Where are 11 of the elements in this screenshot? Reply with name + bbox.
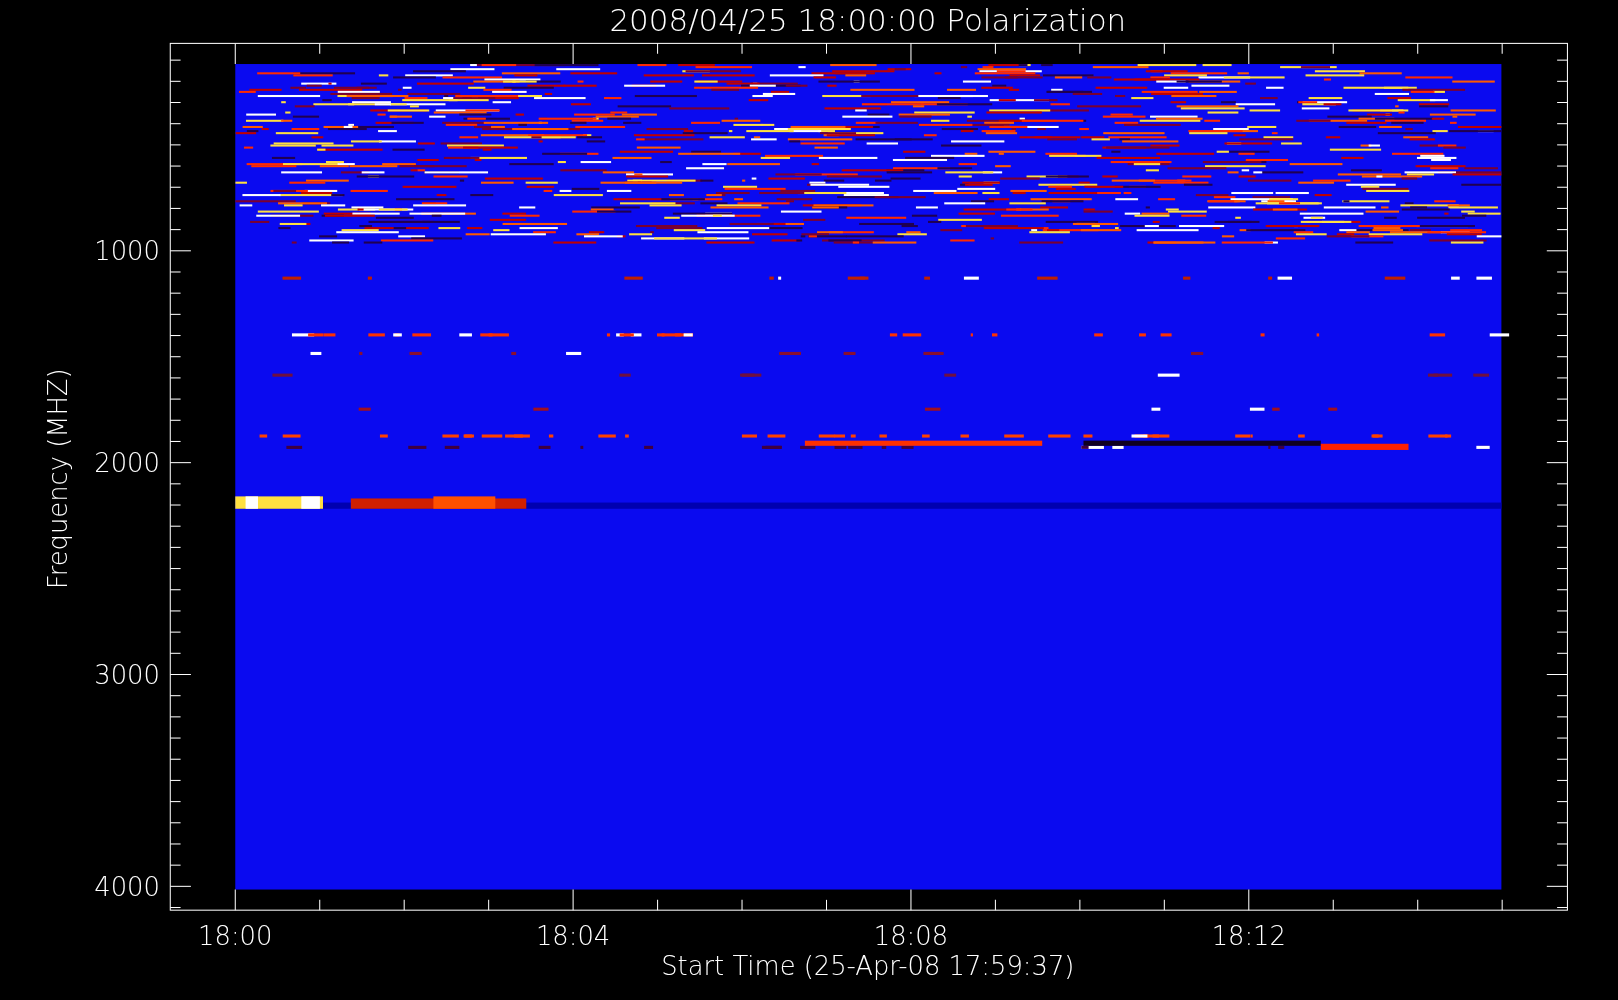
tick-label: 2000	[94, 447, 160, 478]
tick-label: 18:12	[1211, 921, 1286, 952]
tick-label: 18:00	[198, 921, 273, 952]
tick-label: 18:04	[535, 921, 611, 952]
tick-label: 18:08	[873, 921, 949, 952]
tick-label: 3000	[94, 659, 160, 690]
axis-label: Start Time (25-Apr-08 17:59:37)	[661, 951, 1075, 982]
axis-label: Frequency (MHZ)	[43, 368, 74, 590]
tick-label: 4000	[94, 871, 160, 902]
plot-title: 2008/04/25 18:00:00 Polarization	[609, 2, 1127, 38]
tick-label: 1000	[94, 236, 160, 267]
